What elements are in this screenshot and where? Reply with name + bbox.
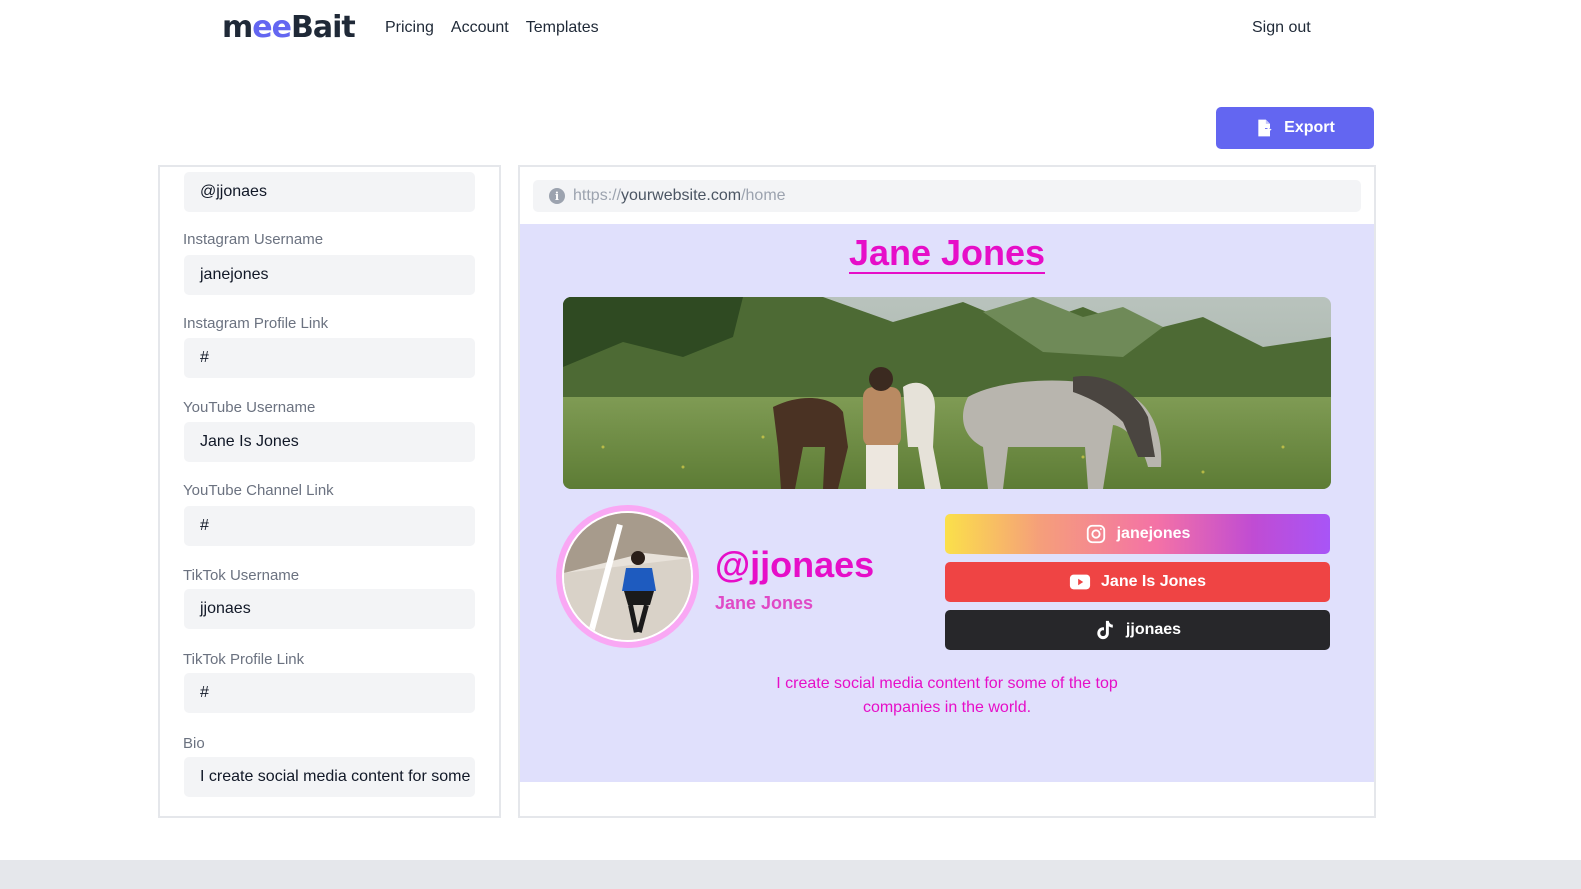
avatar: [556, 505, 699, 648]
handle-input[interactable]: @jjonaes: [184, 172, 475, 212]
info-icon: i: [549, 188, 565, 204]
export-button[interactable]: Export: [1216, 107, 1374, 149]
tiktok-button-label: jjonaes: [1125, 621, 1182, 638]
youtube-button-label: Jane Is Jones: [1101, 573, 1206, 590]
preview-panel: i https://yourwebsite.com/home Jane Jone…: [518, 165, 1376, 818]
profile-bio-text: I create social media content for some o…: [776, 675, 1118, 716]
tiktok-icon: [1097, 620, 1113, 640]
instagram-link-label: Instagram Profile Link: [183, 315, 329, 332]
instagram-username-label: Instagram Username: [183, 231, 324, 248]
url-bar: i https://yourwebsite.com/home: [533, 180, 1361, 212]
banner-image: [563, 297, 1331, 489]
profile-handle: @jjonaes: [715, 544, 875, 585]
nav-links: Pricing Account Templates: [385, 19, 599, 37]
url-host: yourwebsite.com: [621, 187, 742, 204]
tiktok-link-input[interactable]: #: [184, 673, 475, 713]
site-preview: Jane Jones @jjonaes Jane Jones janejones…: [520, 224, 1374, 782]
tiktok-link-label: TikTok Profile Link: [183, 651, 305, 668]
tiktok-username-input[interactable]: jjonaes: [184, 589, 475, 629]
nav-link-account[interactable]: Account: [451, 19, 509, 37]
instagram-icon: [1086, 524, 1105, 544]
url-path: /home: [741, 187, 786, 204]
profile-form-panel[interactable]: @jjonaes Instagram Username janejones In…: [158, 165, 501, 818]
profile-display-name: Jane Jones: [715, 593, 814, 613]
logo-text-bait: Bait: [290, 10, 356, 45]
youtube-username-label: YouTube Username: [183, 399, 316, 416]
site-title-text: Jane Jones: [848, 232, 1046, 274]
bio-label: Bio: [183, 735, 205, 752]
site-title[interactable]: Jane Jones: [520, 232, 1374, 274]
logo[interactable]: meeBait: [222, 10, 356, 45]
youtube-button[interactable]: Jane Is Jones: [945, 562, 1330, 602]
instagram-username-input[interactable]: janejones: [184, 255, 475, 295]
youtube-icon: [1069, 574, 1091, 590]
youtube-link-label: YouTube Channel Link: [183, 482, 334, 499]
footer-bar: [0, 860, 1581, 889]
export-label: Export: [1284, 119, 1335, 136]
url-protocol: https://: [573, 187, 622, 204]
youtube-username-input[interactable]: Jane Is Jones: [184, 422, 475, 462]
bio-input[interactable]: I create social media content for some o…: [184, 757, 475, 797]
nav-link-pricing[interactable]: Pricing: [385, 19, 434, 37]
sign-out-link[interactable]: Sign out: [1252, 19, 1311, 37]
instagram-button[interactable]: janejones: [945, 514, 1330, 554]
logo-text-m: m: [222, 10, 253, 45]
instagram-button-label: janejones: [1116, 525, 1191, 542]
profile-bio: I create social media content for some o…: [520, 672, 1374, 720]
file-export-icon: [1258, 119, 1272, 137]
logo-text-ee: ee: [252, 10, 292, 45]
youtube-link-input[interactable]: #: [184, 506, 475, 546]
top-navbar: meeBait Pricing Account Templates Sign o…: [0, 0, 1581, 60]
tiktok-username-label: TikTok Username: [183, 567, 300, 584]
nav-link-templates[interactable]: Templates: [526, 19, 599, 37]
tiktok-button[interactable]: jjonaes: [945, 610, 1330, 650]
instagram-link-input[interactable]: #: [184, 338, 475, 378]
